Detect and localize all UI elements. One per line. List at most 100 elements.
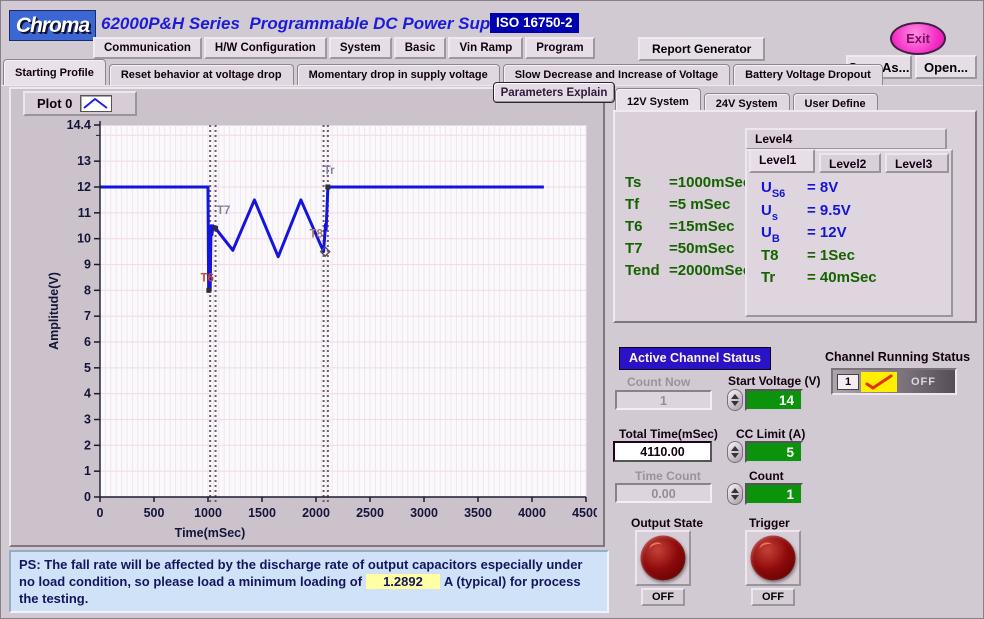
svg-text:Tr: Tr — [324, 165, 335, 177]
level-parameter-box: Level1Level2Level3 US6= 8VUs= 9.5VUB= 12… — [745, 149, 953, 317]
trigger-label: Trigger — [749, 516, 790, 530]
tab-reset-behavior-at-voltage-drop[interactable]: Reset behavior at voltage drop — [109, 64, 294, 85]
count-now-label: Count Now — [627, 375, 690, 389]
menu-basic[interactable]: Basic — [394, 37, 447, 59]
time-count-field[interactable]: 0.00 — [615, 483, 712, 503]
count-now-field[interactable]: 1 — [615, 390, 712, 410]
system-panel: Ts=1000mSecTf=5 mSecT6=15mSecT7=50mSecTe… — [613, 110, 977, 323]
svg-text:Amplitude(V): Amplitude(V) — [47, 272, 61, 350]
svg-text:5: 5 — [84, 361, 91, 375]
tab-starting-profile[interactable]: Starting Profile — [3, 59, 106, 85]
menu-system[interactable]: System — [329, 37, 392, 59]
timing-parameters: Ts=1000mSecTf=5 mSecT6=15mSecT7=50mSecTe… — [625, 174, 751, 284]
svg-text:T6: T6 — [200, 272, 213, 284]
timing-param-t6: T6=15mSec — [625, 218, 751, 240]
channel-running-status-widget[interactable]: 1 OFF — [831, 368, 957, 395]
svg-text:1500: 1500 — [248, 506, 276, 520]
svg-text:14.4: 14.4 — [67, 118, 91, 132]
note-highlight-value: 1.2892 — [366, 574, 440, 589]
tab-level1[interactable]: Level1 — [749, 149, 815, 173]
parameters-explain-button[interactable]: Parameters Explain — [493, 82, 615, 103]
trigger-off-button[interactable]: OFF — [751, 588, 795, 606]
svg-text:1: 1 — [84, 464, 91, 478]
channel-running-status-label: Channel Running Status — [825, 350, 970, 364]
svg-text:2: 2 — [84, 438, 91, 452]
trigger-knob[interactable] — [745, 530, 801, 586]
level-parameters: US6= 8VUs= 9.5VUB= 12VT8= 1SecTr= 40mSec — [761, 179, 877, 292]
output-state-off-button[interactable]: OFF — [641, 588, 685, 606]
cc-limit-stepper[interactable] — [727, 441, 743, 463]
start-voltage-label: Start Voltage (V) — [728, 374, 820, 388]
tab-level4[interactable]: Level4 — [745, 128, 947, 150]
stepper-down-icon[interactable] — [731, 401, 739, 406]
channel-check-icon[interactable] — [861, 372, 897, 392]
level-param-tr: Tr= 40mSec — [761, 269, 877, 292]
stepper-down-icon[interactable] — [731, 453, 739, 458]
cc-limit-display[interactable]: 5 — [745, 441, 803, 463]
svg-text:4000: 4000 — [518, 506, 546, 520]
total-time-label: Total Time(mSec) — [619, 427, 718, 441]
svg-text:2500: 2500 — [356, 506, 384, 520]
output-state-label: Output State — [631, 516, 703, 530]
svg-text:8: 8 — [84, 283, 91, 297]
svg-text:0: 0 — [97, 506, 104, 520]
level-param-ub: UB= 12V — [761, 224, 877, 247]
svg-text:9: 9 — [84, 258, 91, 272]
svg-text:7: 7 — [84, 309, 91, 323]
channel-number: 1 — [837, 374, 859, 390]
stepper-up-icon[interactable] — [731, 394, 739, 399]
knob-icon[interactable] — [641, 536, 686, 581]
app-window: Chroma 62000P&H Series Programmable DC P… — [0, 0, 984, 619]
svg-text:12: 12 — [77, 180, 91, 194]
menu-program[interactable]: Program — [525, 37, 594, 59]
svg-text:4500: 4500 — [572, 506, 597, 520]
svg-text:11: 11 — [78, 206, 91, 220]
stepper-down-icon[interactable] — [731, 495, 739, 500]
exit-button[interactable]: Exit — [890, 22, 946, 55]
menu-communication[interactable]: Communication — [93, 37, 202, 59]
output-state-knob[interactable] — [635, 530, 691, 586]
level-param-us6: US6= 8V — [761, 179, 877, 202]
test-tab-strip: Starting ProfileReset behavior at voltag… — [1, 59, 984, 86]
svg-text:T8: T8 — [310, 228, 324, 240]
cc-limit-label: CC Limit (A) — [736, 427, 805, 441]
svg-text:500: 500 — [144, 506, 165, 520]
svg-text:3000: 3000 — [410, 506, 438, 520]
count-display[interactable]: 1 — [745, 483, 803, 505]
start-voltage-stepper[interactable] — [727, 389, 743, 411]
tab-level3[interactable]: Level3 — [885, 153, 949, 173]
knob-icon[interactable] — [751, 536, 796, 581]
tab-battery-voltage-dropout[interactable]: Battery Voltage Dropout — [733, 64, 883, 85]
report-generator-button[interactable]: Report Generator — [638, 37, 765, 61]
chroma-logo: Chroma — [9, 10, 96, 41]
svg-text:1000: 1000 — [194, 506, 222, 520]
count-stepper[interactable] — [727, 483, 743, 505]
time-count-label: Time Count — [635, 469, 701, 483]
timing-param-tend: Tend=2000mSec — [625, 262, 751, 284]
menu-vin-ramp[interactable]: Vin Ramp — [448, 37, 523, 59]
level-param-t8: T8= 1Sec — [761, 247, 877, 270]
svg-text:T7: T7 — [217, 205, 230, 217]
tab-level2[interactable]: Level2 — [819, 153, 881, 173]
timing-param-t7: T7=50mSec — [625, 240, 751, 262]
svg-text:3500: 3500 — [464, 506, 492, 520]
svg-text:3: 3 — [84, 413, 91, 427]
timing-param-tf: Tf=5 mSec — [625, 196, 751, 218]
active-channel-status-badge: Active Channel Status — [619, 347, 771, 370]
menu-h-w-configuration[interactable]: H/W Configuration — [204, 37, 327, 59]
svg-text:4: 4 — [84, 387, 91, 401]
svg-text:6: 6 — [84, 335, 91, 349]
voltage-profile-chart: T6T7T8Tr14.41312111098765432100500100015… — [15, 107, 597, 543]
tab-momentary-drop-in-supply-voltage[interactable]: Momentary drop in supply voltage — [297, 64, 500, 85]
stepper-up-icon[interactable] — [731, 446, 739, 451]
stepper-up-icon[interactable] — [731, 488, 739, 493]
svg-text:10: 10 — [77, 232, 91, 246]
total-time-field[interactable]: 4110.00 — [613, 441, 712, 462]
svg-text:0: 0 — [84, 490, 91, 504]
svg-text:Time(mSec): Time(mSec) — [175, 526, 246, 540]
level-tab-strip: Level1Level2Level3 — [747, 149, 951, 173]
iso-standard-badge: ISO 16750-2 — [490, 13, 579, 33]
svg-text:13: 13 — [77, 154, 91, 168]
start-voltage-display[interactable]: 14 — [745, 389, 803, 411]
level-param-us: Us= 9.5V — [761, 202, 877, 225]
